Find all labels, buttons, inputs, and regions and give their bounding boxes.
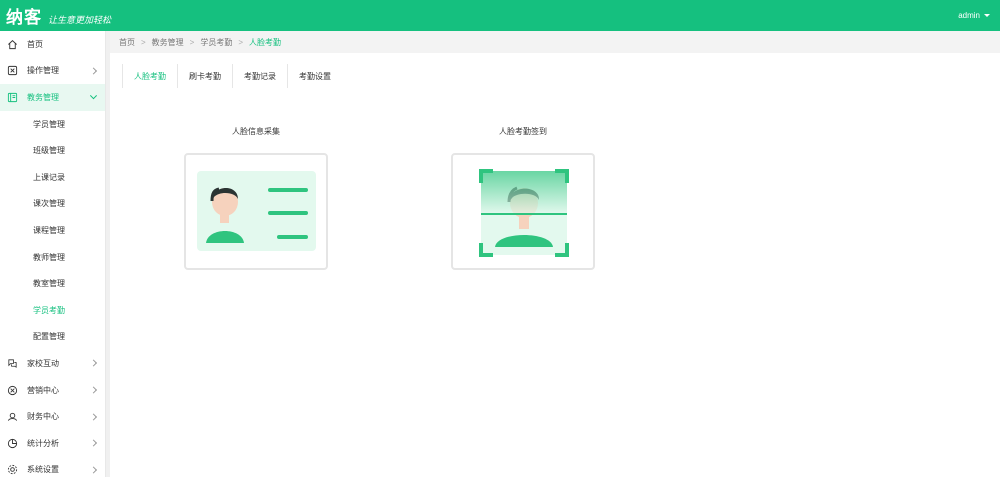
sidebar-subitem-teachers[interactable]: 教师管理 <box>0 244 105 271</box>
sidebar-item-label: 教务管理 <box>27 92 59 103</box>
sidebar-subitem-class-records[interactable]: 上课记录 <box>0 164 105 191</box>
stats-icon <box>7 438 18 449</box>
tab-attendance-settings[interactable]: 考勤设置 <box>287 64 342 88</box>
sidebar-item-label: 统计分析 <box>27 438 59 449</box>
sidebar-subitem-classes[interactable]: 班级管理 <box>0 137 105 164</box>
chevron-right-icon <box>90 440 97 447</box>
sidebar-item-label: 系统设置 <box>27 464 59 475</box>
sidebar: 首页 操作管理 教务管理 学员管理 班级管理 上课记录 课次管理 课程管理 教师… <box>0 31 106 477</box>
sidebar-item-label: 财务中心 <box>27 411 59 422</box>
face-checkin-card[interactable] <box>451 153 595 270</box>
sidebar-subitem-sessions[interactable]: 课次管理 <box>0 191 105 218</box>
chevron-down-icon <box>90 93 97 100</box>
breadcrumb-item[interactable]: 首页 <box>119 37 135 48</box>
finance-icon <box>7 411 18 422</box>
breadcrumb-separator: > <box>238 38 243 47</box>
tab-card-attendance[interactable]: 刷卡考勤 <box>177 64 232 88</box>
sidebar-subitem-label: 学员考勤 <box>33 305 65 316</box>
interaction-icon <box>7 358 18 369</box>
user-menu[interactable]: admin <box>958 11 990 20</box>
sidebar-item-education[interactable]: 教务管理 <box>0 84 105 111</box>
sidebar-subitem-students[interactable]: 学员管理 <box>0 111 105 138</box>
marketing-icon <box>7 385 18 396</box>
breadcrumb-item[interactable]: 学员考勤 <box>200 37 232 48</box>
sidebar-item-label: 操作管理 <box>27 65 59 76</box>
attendance-tabs: 人脸考勤 刷卡考勤 考勤记录 考勤设置 <box>122 64 342 88</box>
sidebar-item-settings[interactable]: 系统设置 <box>0 457 105 483</box>
sidebar-subitem-label: 学员管理 <box>33 119 65 130</box>
sidebar-item-label: 家校互动 <box>27 358 59 369</box>
breadcrumb-current: 人脸考勤 <box>249 37 281 48</box>
sidebar-item-label: 首页 <box>27 39 43 50</box>
sidebar-scrollbar[interactable] <box>106 31 110 477</box>
face-checkin-title: 人脸考勤签到 <box>451 126 595 137</box>
sidebar-item-finance[interactable]: 财务中心 <box>0 403 105 430</box>
slogan: 让生意更加轻松 <box>48 13 111 26</box>
sidebar-item-interaction[interactable]: 家校互动 <box>0 350 105 377</box>
breadcrumb-separator: > <box>190 38 195 47</box>
sidebar-subitem-classrooms[interactable]: 教室管理 <box>0 270 105 297</box>
sidebar-item-stats[interactable]: 统计分析 <box>0 430 105 457</box>
sidebar-subitem-config[interactable]: 配置管理 <box>0 324 105 351</box>
sidebar-subitem-label: 教师管理 <box>33 252 65 263</box>
chevron-right-icon <box>90 67 97 74</box>
sidebar-item-home[interactable]: 首页 <box>0 31 105 58</box>
sidebar-item-operation[interactable]: 操作管理 <box>0 58 105 85</box>
chevron-right-icon <box>90 360 97 367</box>
education-icon <box>7 92 18 103</box>
sidebar-item-label: 营销中心 <box>27 385 59 396</box>
username: admin <box>958 11 980 20</box>
tab-attendance-records[interactable]: 考勤记录 <box>232 64 287 88</box>
home-icon <box>7 39 18 50</box>
sidebar-subitem-label: 班级管理 <box>33 145 65 156</box>
sidebar-subitem-label: 上课记录 <box>33 172 65 183</box>
chevron-right-icon <box>90 386 97 393</box>
breadcrumb-separator: > <box>141 38 146 47</box>
caret-down-icon <box>984 14 990 17</box>
breadcrumb-item[interactable]: 教务管理 <box>152 37 184 48</box>
top-header-bar: 纳客 让生意更加轻松 admin <box>0 0 1000 31</box>
face-collection-card[interactable] <box>184 153 328 270</box>
sidebar-subitem-label: 配置管理 <box>33 331 65 342</box>
face-collection-title: 人脸信息采集 <box>184 126 328 137</box>
tab-face-attendance[interactable]: 人脸考勤 <box>122 64 177 88</box>
face-scan-icon <box>453 155 593 268</box>
sidebar-subitem-label: 课程管理 <box>33 225 65 236</box>
sidebar-subitem-label: 教室管理 <box>33 278 65 289</box>
sidebar-subitem-attendance[interactable]: 学员考勤 <box>0 297 105 324</box>
breadcrumb: 首页 > 教务管理 > 学员考勤 > 人脸考勤 <box>110 31 1000 53</box>
sidebar-item-marketing[interactable]: 营销中心 <box>0 377 105 404</box>
chevron-right-icon <box>90 413 97 420</box>
id-card-icon <box>186 155 326 268</box>
settings-icon <box>7 464 18 475</box>
logo: 纳客 <box>6 3 42 28</box>
chevron-right-icon <box>90 466 97 473</box>
brand[interactable]: 纳客 让生意更加轻松 <box>6 3 111 28</box>
sidebar-subitem-courses[interactable]: 课程管理 <box>0 217 105 244</box>
sidebar-subitem-label: 课次管理 <box>33 198 65 209</box>
operation-icon <box>7 65 18 76</box>
